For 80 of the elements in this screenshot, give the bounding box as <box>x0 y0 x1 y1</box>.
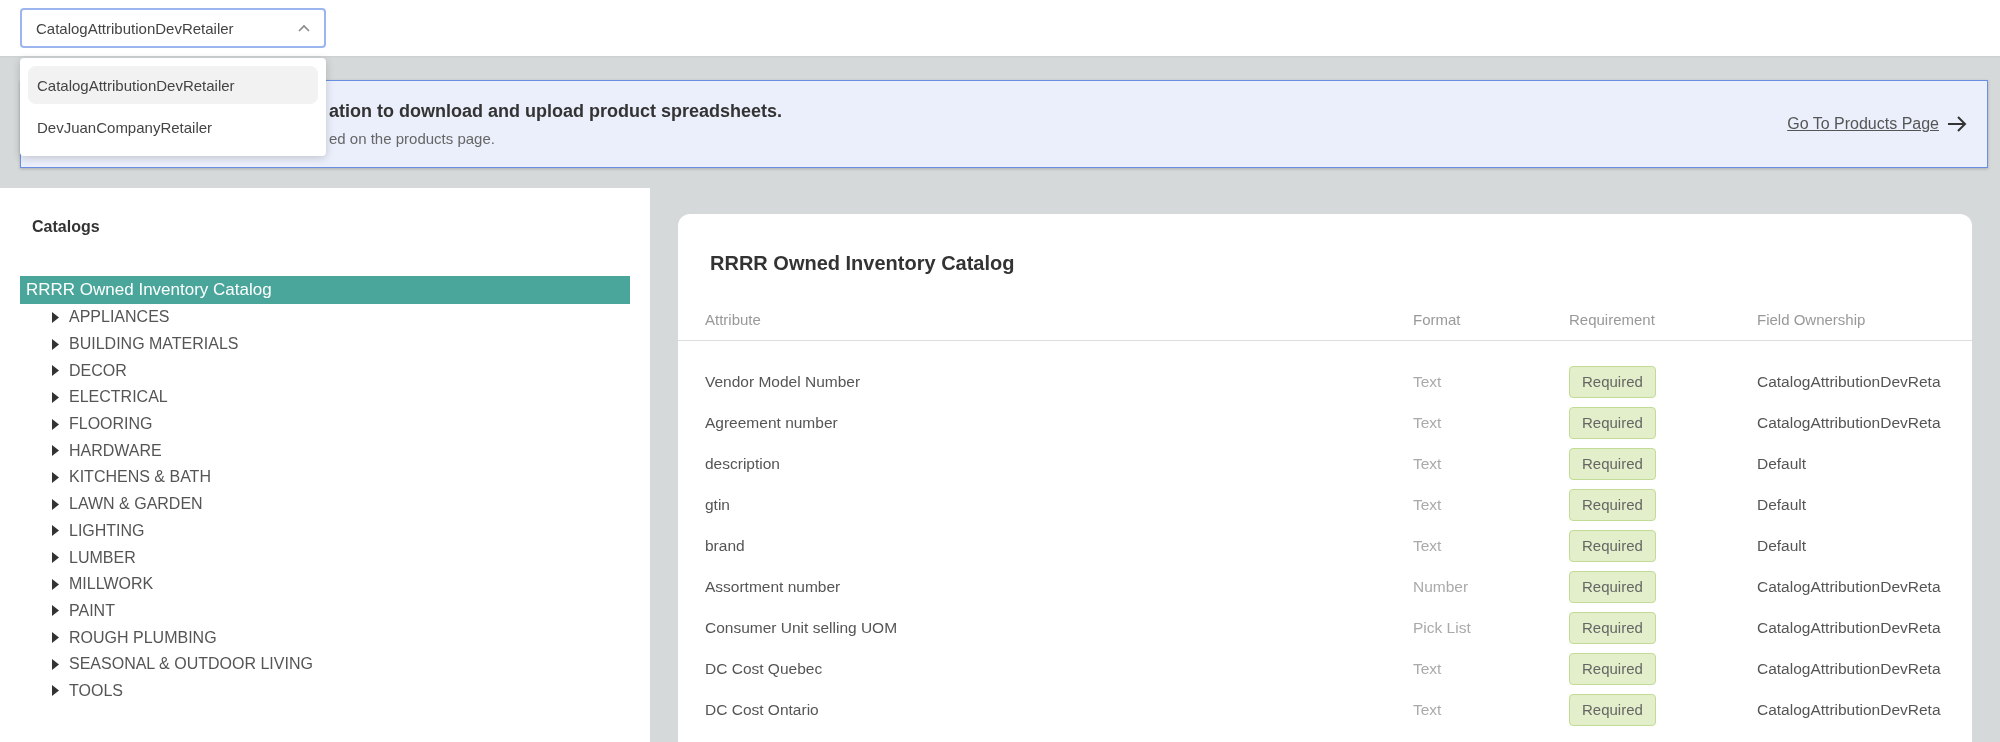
banner-subtitle: ed on the products page. <box>329 130 496 147</box>
requirement-tag: Required <box>1569 611 1656 644</box>
caret-right-icon <box>52 311 59 323</box>
tree-item[interactable]: ROUGH PLUMBING <box>20 624 630 651</box>
caret-right-icon <box>52 632 59 644</box>
table-cell-text: Text <box>1413 699 1443 720</box>
tree-item[interactable]: TOOLS <box>20 677 630 705</box>
card-title: RRRR Owned Inventory Catalog <box>709 251 1016 276</box>
tree-item[interactable]: LUMBER <box>20 544 630 571</box>
requirement-tag: Required <box>1569 406 1656 439</box>
tree-item[interactable]: LIGHTING <box>20 517 630 545</box>
table-cell-text: Vendor Model Number <box>705 371 862 392</box>
banner-title: ation to download and upload product spreadsheets. <box>329 101 783 122</box>
table-cell-text: Assortment number <box>705 576 842 597</box>
tree-item[interactable]: BUILDING MATERIALS <box>20 330 630 358</box>
column-header: Requirement <box>1569 311 1757 341</box>
dropdown-option[interactable]: CatalogAttributionDevRetailer <box>28 66 318 104</box>
caret-right-icon <box>52 552 59 564</box>
table-cell-text: CatalogAttributionDevReta <box>1757 617 1942 638</box>
table-cell-text: DC Cost Ontario <box>705 699 820 720</box>
table-cell-text: CatalogAttributionDevReta <box>1757 576 1942 597</box>
caret-right-icon <box>52 471 59 483</box>
table-cell-text: Text <box>1413 494 1443 515</box>
caret-right-icon <box>52 418 59 430</box>
caret-right-icon <box>52 498 59 510</box>
arrow-right-icon <box>1947 115 1967 133</box>
requirement-tag: Required <box>1569 529 1656 562</box>
requirement-tag: Required <box>1569 447 1656 480</box>
caret-right-icon <box>52 391 59 403</box>
caret-right-icon <box>52 685 59 697</box>
table-cell-text: Text <box>1413 535 1443 556</box>
caret-right-icon <box>52 605 59 617</box>
tree-item[interactable]: ELECTRICAL <box>20 384 630 411</box>
table-cell-text: Text <box>1413 371 1443 392</box>
tree-item[interactable]: APPLIANCES <box>20 304 630 331</box>
requirement-tag: Required <box>1569 693 1656 726</box>
tree-item[interactable]: PAINT <box>20 597 630 625</box>
tree-item[interactable]: SEASONAL & OUTDOOR LIVING <box>20 650 630 678</box>
dropdown-option[interactable]: DevJuanCompanyRetailer <box>28 108 318 146</box>
table-cell-text: Agreement number <box>705 412 839 433</box>
caret-right-icon <box>52 365 59 377</box>
table-cell-text: Text <box>1413 658 1443 679</box>
caret-right-icon <box>52 525 59 537</box>
tree-item[interactable]: MILLWORK <box>20 570 630 598</box>
table-cell-text: CatalogAttributionDevReta <box>1757 412 1942 433</box>
table-cell-text: Default <box>1757 535 1808 556</box>
table-cell-text: Number <box>1413 576 1470 597</box>
tree-item[interactable]: LAWN & GARDEN <box>20 490 630 518</box>
requirement-tag: Required <box>1569 652 1656 685</box>
caret-right-icon <box>52 578 59 590</box>
column-header: Field Ownership <box>1757 311 1972 341</box>
requirement-tag: Required <box>1569 570 1656 603</box>
requirement-tag: Required <box>1569 488 1656 521</box>
products-page-link[interactable]: Go To Products Page <box>1787 115 1967 133</box>
caret-right-icon <box>52 338 59 350</box>
caret-right-icon <box>52 445 59 457</box>
table-cell-text: DC Cost Quebec <box>705 658 824 679</box>
tree-item[interactable]: KITCHENS & BATH <box>20 464 630 491</box>
tree-item[interactable]: DECOR <box>20 357 630 385</box>
caret-right-icon <box>52 658 59 670</box>
table-cell-text: Default <box>1757 494 1808 515</box>
table-cell-text: CatalogAttributionDevReta <box>1757 658 1942 679</box>
table-cell-text: Pick List <box>1413 617 1472 638</box>
table-cell-text: CatalogAttributionDevReta <box>1757 371 1942 392</box>
column-header: Attribute <box>678 311 1413 341</box>
panel-title: Catalogs <box>32 218 101 236</box>
table-cell-text: Text <box>1413 412 1443 433</box>
tree-item[interactable]: FLOORING <box>20 410 630 438</box>
table-cell-text: gtin <box>705 494 731 515</box>
table-cell-text: Default <box>1757 453 1808 474</box>
table-cell-text: Consumer Unit selling UOM <box>705 617 899 638</box>
table-cell-text: brand <box>705 535 746 556</box>
retailer-select[interactable]: CatalogAttributionDevRetailer <box>20 8 326 48</box>
chevron-up-icon <box>298 24 310 32</box>
requirement-tag: Required <box>1569 365 1656 398</box>
column-header: Format <box>1413 311 1569 341</box>
table-cell-text: Text <box>1413 453 1443 474</box>
table-cell-text: CatalogAttributionDevReta <box>1757 699 1942 720</box>
tree-item[interactable]: HARDWARE <box>20 437 630 465</box>
table-cell-text: description <box>705 453 781 474</box>
